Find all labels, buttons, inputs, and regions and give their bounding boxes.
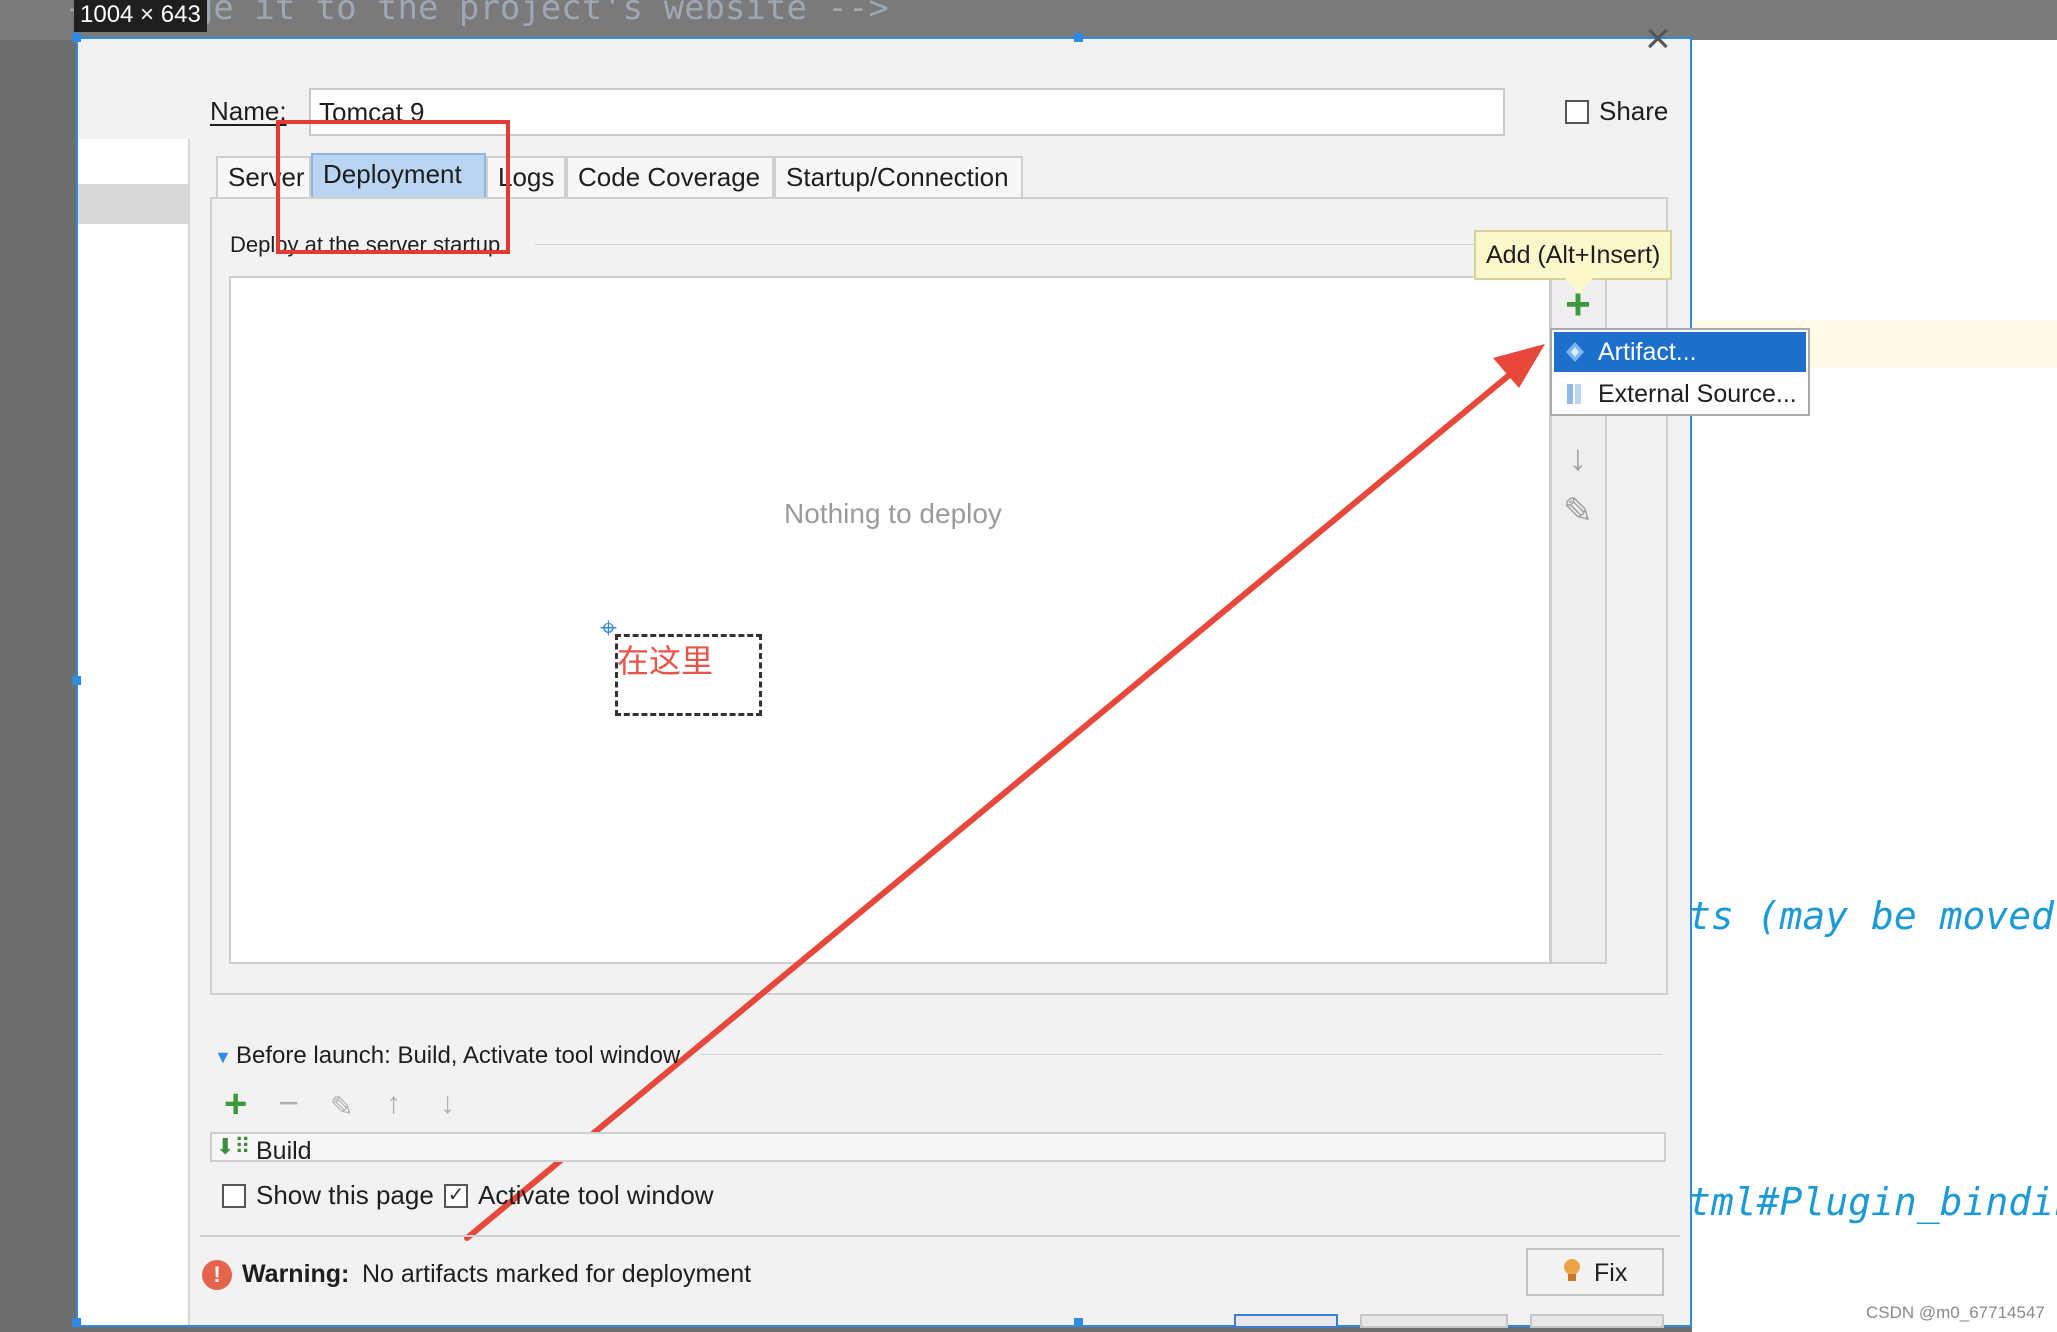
- cancel-button[interactable]: [1360, 1314, 1508, 1328]
- activate-tool-window-label: Activate tool window: [478, 1180, 714, 1210]
- menu-item-external-source[interactable]: External Source...: [1554, 374, 1806, 414]
- separator: [200, 1235, 1680, 1237]
- apply-button[interactable]: [1530, 1314, 1664, 1328]
- configuration-tree-selected-row[interactable]: [78, 184, 188, 224]
- background-code-line: — Change it to the project's website -->: [0, 0, 2057, 40]
- task-build[interactable]: Build: [256, 1137, 312, 1166]
- resize-handle[interactable]: [72, 676, 81, 685]
- tab-code-coverage[interactable]: Code Coverage: [566, 156, 774, 198]
- background-code-line: tml#Plugin_bindin: [1688, 1180, 2057, 1224]
- selection-size-badge: 1004 × 643: [74, 0, 207, 32]
- warning-icon: !: [202, 1260, 232, 1290]
- warning-title: Warning:: [242, 1260, 350, 1288]
- resize-handle[interactable]: [1074, 1318, 1083, 1327]
- lightbulb-icon: [1564, 1259, 1580, 1281]
- separator: [535, 244, 1535, 245]
- artifact-icon: [1566, 342, 1584, 362]
- external-source-icon: [1567, 384, 1581, 404]
- before-launch-label[interactable]: Before launch: Build, Activate tool wind…: [236, 1042, 680, 1070]
- tab-startup-connection[interactable]: Startup/Connection: [774, 156, 1023, 198]
- show-page-label: Show this page: [256, 1180, 434, 1210]
- add-tooltip: Add (Alt+Insert): [1474, 230, 1673, 280]
- share-checkbox[interactable]: [1565, 100, 1589, 124]
- edit-task-icon[interactable]: ✎: [330, 1090, 353, 1123]
- move-down-icon[interactable]: ↓: [440, 1087, 455, 1121]
- resize-handle[interactable]: [1074, 33, 1083, 42]
- collapse-arrow-icon[interactable]: ▼: [214, 1047, 232, 1068]
- resize-handle[interactable]: [72, 33, 81, 42]
- configuration-tree-panel[interactable]: [78, 139, 190, 1325]
- ok-button[interactable]: [1234, 1314, 1338, 1328]
- remove-task-icon[interactable]: −: [278, 1082, 299, 1124]
- watermark: CSDN @m0_67714547: [1866, 1303, 2045, 1322]
- move-up-icon[interactable]: ↑: [386, 1087, 401, 1121]
- crosshair-icon: ⌖: [600, 612, 617, 645]
- before-launch-task-list[interactable]: [210, 1132, 1666, 1162]
- background-editor: [1692, 40, 2057, 1332]
- tooltip-pointer: [1565, 278, 1593, 294]
- add-task-icon[interactable]: +: [224, 1082, 247, 1127]
- background-code-line: ts (may be moved t: [1688, 894, 2057, 938]
- move-down-icon[interactable]: ↓: [1558, 437, 1598, 479]
- annotation-text: 在这里: [617, 643, 714, 679]
- add-popup-menu: Artifact... External Source...: [1550, 328, 1810, 416]
- edit-icon[interactable]: ✎: [1558, 490, 1598, 532]
- separator: [700, 1054, 1662, 1055]
- share-label: Share: [1599, 96, 1669, 126]
- deployment-list[interactable]: [229, 276, 1551, 964]
- fix-button[interactable]: Fix: [1526, 1248, 1664, 1296]
- show-page-checkbox[interactable]: [222, 1184, 246, 1208]
- empty-state-label: Nothing to deploy: [784, 498, 1002, 529]
- activate-tool-window-checkbox[interactable]: ✓: [444, 1184, 468, 1208]
- resize-handle[interactable]: [72, 1318, 81, 1327]
- highlight-rectangle: [276, 120, 510, 254]
- build-icon: ⬇⠿: [216, 1134, 251, 1159]
- menu-item-artifact[interactable]: Artifact...: [1554, 332, 1806, 372]
- close-icon[interactable]: ×: [1645, 14, 1671, 64]
- warning-message: No artifacts marked for deployment: [362, 1260, 752, 1288]
